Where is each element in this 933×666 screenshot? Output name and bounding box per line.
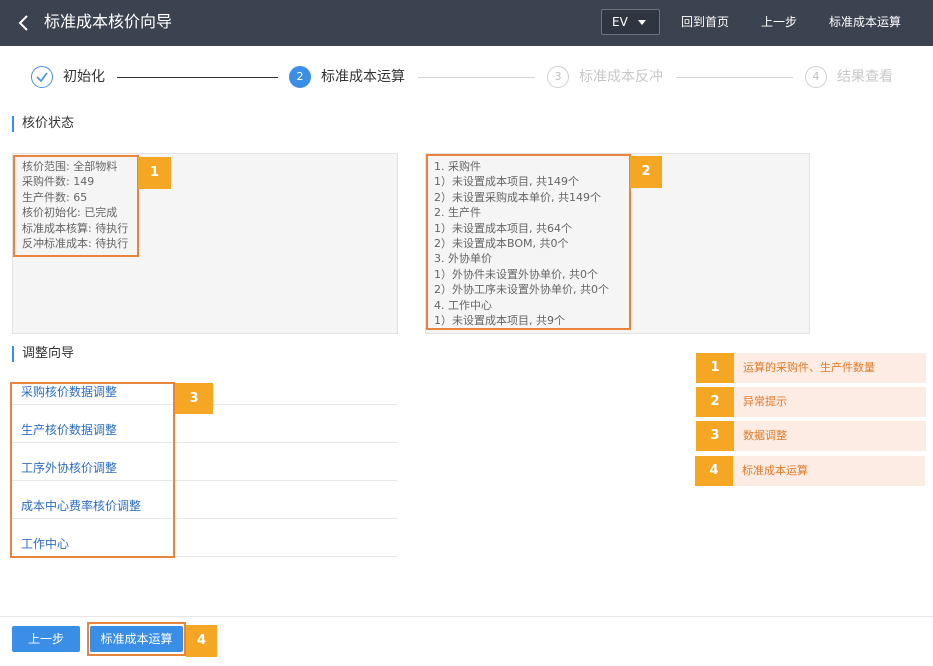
ev-select-value: EV bbox=[612, 15, 628, 29]
header-prev-link[interactable]: 上一步 bbox=[761, 12, 797, 32]
legend-text: 运算的采购件、生产件数量 bbox=[734, 353, 926, 383]
annotation-badge-1: 1 bbox=[138, 157, 171, 189]
annotation-badge-3: 3 bbox=[175, 383, 213, 414]
step-2-number: 2 bbox=[289, 66, 311, 88]
legend-row-3: 3 数据调整 bbox=[696, 421, 926, 451]
step-3-number: 3 bbox=[547, 66, 569, 88]
legend-row-4: 4 标准成本运算 bbox=[695, 456, 925, 486]
prev-button[interactable]: 上一步 bbox=[12, 626, 80, 652]
step-connector bbox=[117, 77, 278, 78]
annotation-highlight-2 bbox=[426, 154, 631, 330]
step-1-label: 初始化 bbox=[63, 69, 105, 85]
header-run-link[interactable]: 标准成本运算 bbox=[829, 12, 901, 32]
home-link[interactable]: 回到首页 bbox=[681, 12, 729, 32]
annotation-badge-4: 4 bbox=[186, 625, 217, 657]
legend-number: 4 bbox=[695, 456, 733, 486]
status-section-title: 核价状态 bbox=[12, 116, 74, 132]
annotation-badge-2: 2 bbox=[630, 156, 662, 188]
step-connector bbox=[676, 77, 793, 78]
step-4-label: 结果查看 bbox=[837, 69, 893, 85]
legend-number: 1 bbox=[696, 353, 734, 383]
annotation-highlight-1 bbox=[13, 155, 139, 257]
top-bar: 标准成本核价向导 EV 回到首页 上一步 标准成本运算 bbox=[0, 0, 933, 46]
legend-text: 数据调整 bbox=[734, 421, 926, 451]
legend-number: 2 bbox=[696, 387, 734, 417]
step-3-label: 标准成本反冲 bbox=[579, 69, 663, 85]
legend-text: 标准成本运算 bbox=[733, 456, 925, 486]
ev-select[interactable]: EV bbox=[601, 9, 660, 35]
annotation-highlight-4 bbox=[87, 622, 186, 656]
annotation-highlight-3 bbox=[10, 382, 175, 558]
step-2-label: 标准成本运算 bbox=[321, 69, 405, 85]
legend-text: 异常提示 bbox=[734, 387, 926, 417]
adjust-section-title: 调整向导 bbox=[12, 346, 74, 362]
legend-row-1: 1 运算的采购件、生产件数量 bbox=[696, 353, 926, 383]
back-arrow-icon[interactable] bbox=[14, 12, 34, 34]
caret-down-icon bbox=[638, 20, 646, 25]
footer-divider bbox=[0, 616, 933, 617]
step-connector bbox=[418, 77, 535, 78]
step-4-number: 4 bbox=[805, 66, 827, 88]
legend-row-2: 2 异常提示 bbox=[696, 387, 926, 417]
page-title: 标准成本核价向导 bbox=[44, 12, 173, 31]
step-1-check-icon bbox=[31, 66, 53, 88]
legend-number: 3 bbox=[696, 421, 734, 451]
